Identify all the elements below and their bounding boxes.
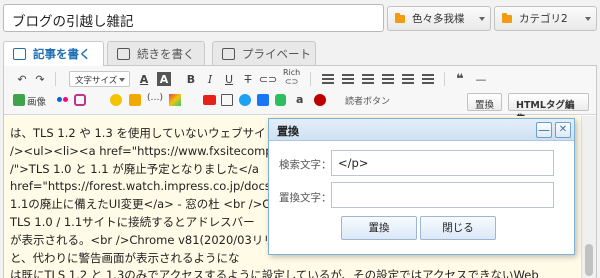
replace-dialog: 置換 — ✕ 検索文字： </p> 置換文字： 置換 閉じる bbox=[268, 118, 575, 255]
category-1-label: 色々多我楪 bbox=[412, 13, 465, 25]
rich-link-icon[interactable]: Rich ⊂⊃ bbox=[283, 68, 300, 86]
youtube-icon[interactable] bbox=[203, 95, 216, 105]
tab-label: 続きを書く bbox=[137, 46, 195, 61]
chevron-down-icon bbox=[479, 17, 485, 21]
replace-dialog-header[interactable]: 置換 — ✕ bbox=[269, 119, 574, 141]
align-right-icon[interactable] bbox=[362, 74, 374, 84]
toolbar-divider bbox=[444, 72, 445, 86]
tab-label: 記事を書く bbox=[33, 47, 91, 61]
bold-icon[interactable]: B bbox=[184, 72, 198, 86]
html-edit-button[interactable]: HTMLタグ編集 bbox=[508, 93, 589, 125]
numbered-list-icon[interactable] bbox=[402, 74, 414, 84]
facebook-icon[interactable] bbox=[257, 94, 269, 106]
font-size-select[interactable]: 文字サイズ bbox=[69, 71, 130, 87]
replace-text-input[interactable] bbox=[331, 182, 554, 208]
lock-icon bbox=[222, 47, 235, 60]
calendar-icon[interactable] bbox=[221, 94, 233, 106]
search-text-input[interactable]: </p> bbox=[331, 150, 554, 176]
post-title-input[interactable]: ブログの引越し雑記 bbox=[3, 4, 384, 32]
chevron-down-icon bbox=[585, 17, 591, 21]
reader-button[interactable]: 読者ボタン bbox=[345, 94, 390, 107]
scrollbar-thumb[interactable] bbox=[585, 244, 593, 276]
reader-button-label: 読者ボタン bbox=[345, 97, 391, 107]
image-icon[interactable] bbox=[13, 94, 25, 106]
tab-private[interactable]: プライベート bbox=[212, 41, 316, 65]
category-dropdown-1[interactable]: 色々多我楪 bbox=[387, 6, 491, 31]
editor-toolbar: ↶ ↷ 文字サイズ A A B I U T ⊂⊃ Rich ⊂⊃ ❝ — 画像 bbox=[4, 66, 596, 125]
edit-icon bbox=[13, 48, 26, 60]
tab-write-more[interactable]: 続きを書く bbox=[107, 41, 205, 65]
folder-icon bbox=[502, 12, 512, 23]
minimize-icon[interactable]: — bbox=[536, 122, 552, 138]
strikethrough-icon[interactable]: T bbox=[241, 72, 255, 86]
amazon-icon[interactable]: a bbox=[296, 93, 303, 106]
replace-button[interactable]: 置換 bbox=[341, 216, 417, 240]
rakuten-icon[interactable] bbox=[314, 94, 326, 106]
horizontal-rule-icon[interactable]: — bbox=[474, 72, 488, 86]
close-button[interactable]: 閉じる bbox=[420, 216, 496, 240]
font-size-label: 文字サイズ bbox=[75, 76, 118, 86]
replace-toolbar-label: 置換 bbox=[475, 100, 495, 111]
content-scrollbar[interactable] bbox=[581, 116, 596, 278]
redo-icon[interactable]: ↷ bbox=[33, 72, 47, 86]
align-center-icon[interactable] bbox=[342, 74, 354, 84]
decoration-icon[interactable] bbox=[169, 94, 181, 106]
flickr-icon-dot bbox=[63, 97, 68, 102]
instagram-icon[interactable] bbox=[74, 94, 86, 106]
category-2-label: カテゴリ2 bbox=[519, 13, 568, 25]
replace-text-label: 置換文字： bbox=[279, 192, 332, 204]
evernote-icon[interactable] bbox=[275, 94, 286, 106]
text-color-icon[interactable]: A bbox=[137, 72, 151, 86]
image-label: 画像 bbox=[27, 97, 47, 108]
special-char-icon[interactable]: (…) bbox=[147, 93, 163, 103]
flickr-icon[interactable] bbox=[57, 97, 62, 102]
dialog-title: 置換 bbox=[277, 125, 299, 138]
bullet-list-icon[interactable] bbox=[382, 74, 394, 84]
align-left-icon[interactable] bbox=[322, 74, 334, 84]
underline-icon[interactable]: U bbox=[222, 72, 236, 86]
toolbar-divider bbox=[310, 72, 311, 86]
indent-icon[interactable] bbox=[422, 74, 434, 84]
close-icon[interactable]: ✕ bbox=[555, 122, 571, 138]
tab-label: プライベート bbox=[242, 46, 311, 61]
category-dropdown-2[interactable]: カテゴリ2 bbox=[494, 6, 597, 31]
folder-icon bbox=[395, 12, 405, 23]
book-icon bbox=[117, 47, 130, 60]
highlight-color-icon[interactable]: A bbox=[157, 72, 171, 86]
rich-label: Rich bbox=[283, 68, 301, 77]
italic-icon[interactable]: I bbox=[203, 72, 217, 86]
image-button[interactable]: 画像 bbox=[27, 94, 46, 108]
quote-icon[interactable]: ❝ bbox=[453, 72, 467, 87]
undo-icon[interactable]: ↶ bbox=[15, 72, 29, 86]
tab-write-article[interactable]: 記事を書く bbox=[3, 41, 104, 66]
toolbar-divider bbox=[55, 72, 56, 86]
search-text-label: 検索文字： bbox=[279, 159, 332, 171]
content-line: は既にTLS 1.2 と 1.3のみでアクセスするように設定しているが、その設定… bbox=[10, 268, 539, 278]
replace-toolbar-button[interactable]: 置換 bbox=[467, 93, 503, 111]
sticker-icon[interactable] bbox=[129, 94, 141, 106]
twitter-icon[interactable] bbox=[239, 94, 251, 106]
emoji-icon[interactable] bbox=[110, 94, 122, 106]
link-icon[interactable]: ⊂⊃ bbox=[259, 72, 277, 86]
